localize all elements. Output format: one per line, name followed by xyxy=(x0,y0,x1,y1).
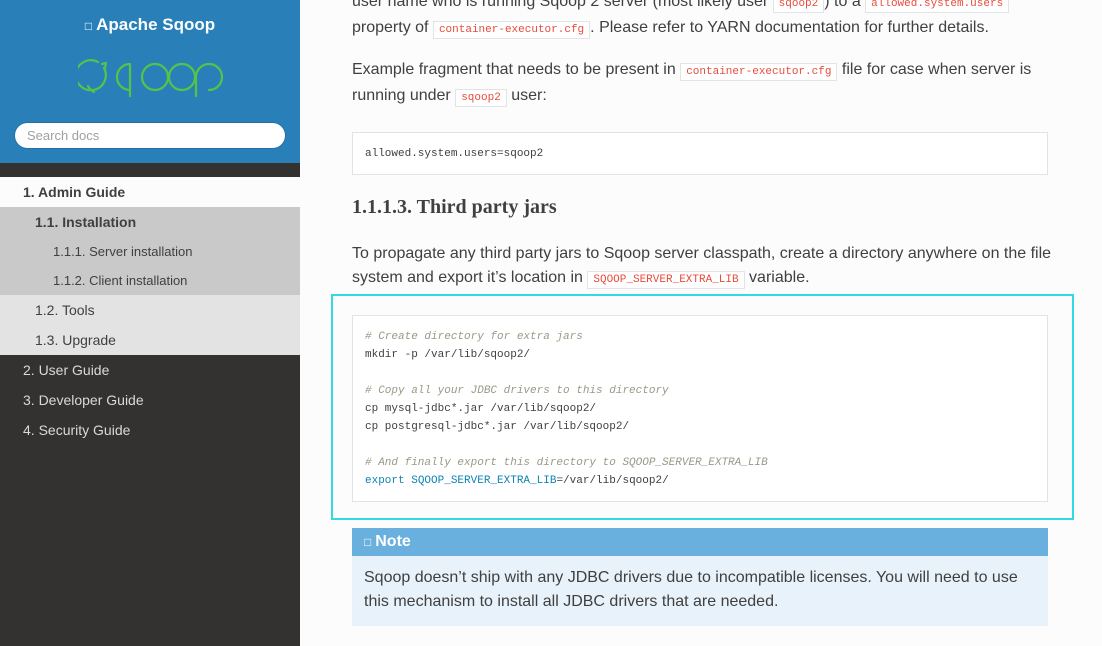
nav-user-guide[interactable]: 2. User Guide xyxy=(0,355,300,385)
nav-server-installation[interactable]: 1.1.1. Server installation xyxy=(0,237,300,266)
note-body: Sqoop doesn’t ship with any JDBC drivers… xyxy=(364,569,1018,610)
sidebar: □Apache Sqoop 1. Admin Guide 1.1. Instal… xyxy=(0,0,300,646)
section-heading-third-party-jars: 1.1.1.3. Third party jars xyxy=(352,196,557,218)
project-title: Apache Sqoop xyxy=(96,15,216,34)
sidebar-header: □ Apache Sqoop xyxy=(0,0,300,163)
nav-developer-guide[interactable]: 3. Developer Guide xyxy=(0,385,300,415)
nav-upgrade[interactable]: 1.3. Upgrade xyxy=(0,325,300,355)
nav-tools[interactable]: 1.2. Tools xyxy=(0,295,300,325)
code-block-extra-lib[interactable]: # Create directory for extra jars mkdir … xyxy=(352,315,1048,502)
note-title: □ Note xyxy=(352,528,1048,556)
code-keyword: export xyxy=(365,475,405,487)
inline-literal: container-executor.cfg xyxy=(680,63,838,81)
code-comment: # Create directory for extra jars xyxy=(365,331,583,343)
inline-literal: sqoop2 xyxy=(455,89,507,107)
nav-security-guide[interactable]: 4. Security Guide xyxy=(0,415,300,445)
inline-literal: SQOOP_SERVER_EXTRA_LIB xyxy=(587,271,745,289)
info-icon: □ xyxy=(364,535,372,549)
main-content: user name who is running Sqoop 2 server … xyxy=(300,0,1102,646)
nav-admin-guide[interactable]: 1. Admin Guide xyxy=(0,177,300,207)
search-docs-input[interactable] xyxy=(14,122,286,149)
inline-literal: container-executor.cfg xyxy=(432,21,591,39)
note-admonition: □ Note Sqoop doesn’t ship with any JDBC d… xyxy=(352,528,1048,626)
paragraph-yarn: user name who is running Sqoop 2 server … xyxy=(352,0,1052,42)
code-comment: # Copy all your JDBC drivers to this dir… xyxy=(365,385,669,397)
paragraph-example-fragment: Example fragment that needs to be presen… xyxy=(352,58,1052,110)
sidebar-nav: 1. Admin Guide 1.1. Installation 1.1.1. … xyxy=(0,177,300,445)
inline-literal: allowed.system.users xyxy=(865,0,1010,13)
home-icon: □ xyxy=(84,19,93,33)
nav-client-installation[interactable]: 1.1.2. Client installation xyxy=(0,266,300,295)
inline-literal: sqoop2 xyxy=(772,0,825,13)
paragraph-third-party-jars: To propagate any third party jars to Sqo… xyxy=(352,242,1052,292)
nav-installation[interactable]: 1.1. Installation xyxy=(0,207,300,237)
code-block-allowed-users[interactable]: allowed.system.users=sqoop2 xyxy=(352,132,1048,175)
code-variable: SQOOP_SERVER_EXTRA_LIB xyxy=(411,475,557,487)
code-comment: # And finally export this directory to S… xyxy=(365,457,768,469)
sqoop-logo[interactable] xyxy=(78,56,224,100)
project-home-link[interactable]: □ Apache Sqoop xyxy=(0,15,300,35)
